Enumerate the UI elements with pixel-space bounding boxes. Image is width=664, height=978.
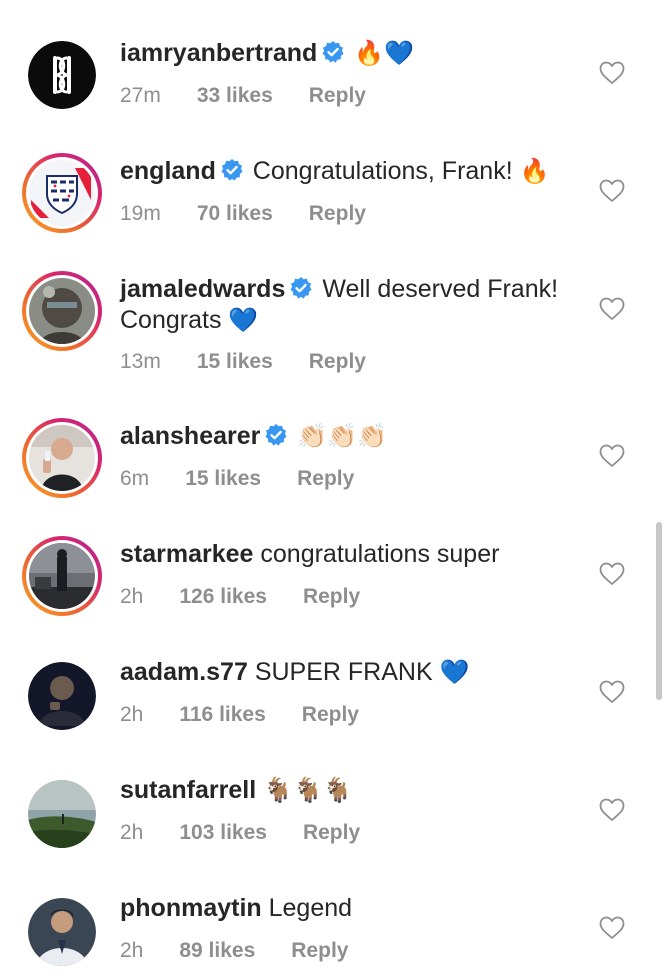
comment-body: alanshearer 👏🏻👏🏻👏🏻 [120,421,580,452]
comment-likes[interactable]: 70 likes [197,202,273,226]
heart-outline-icon[interactable] [599,680,625,704]
reply-button[interactable]: Reply [297,467,354,491]
comment-time: 2h [120,585,144,608]
comment-meta: 2h 116 likes Reply [120,703,359,727]
avatar[interactable] [22,418,102,498]
comment-emoji: 🐐🐐🐐 [263,776,353,804]
scrollbar[interactable] [656,522,662,700]
comment-body: iamryanbertrand 🔥💙 [120,38,580,69]
comment-body: england Congratulations, Frank! 🔥 [120,156,580,187]
comment-body: starmarkee congratulations super [120,539,580,570]
reply-button[interactable]: Reply [309,202,366,226]
profile-photo [28,780,96,848]
comment-username[interactable]: starmarkee [120,540,253,568]
avatar[interactable] [28,898,96,966]
comment-time: 27m [120,84,161,107]
comment-likes[interactable]: 116 likes [179,703,265,727]
profile-photo [29,425,95,491]
comment-meta: 2h 89 likes Reply [120,939,348,963]
profile-photo [29,278,95,344]
comment-text: Legend [268,894,353,922]
reply-button[interactable]: Reply [302,703,359,727]
comment-emoji: 💙 [228,306,259,334]
avatar[interactable] [28,780,96,848]
comment-meta: 13m 15 likes Reply [120,350,366,374]
comment-likes[interactable]: 15 likes [185,467,261,491]
reply-button[interactable]: Reply [309,84,366,108]
avatar[interactable] [22,271,102,351]
comment-likes[interactable]: 103 likes [179,821,267,845]
profile-photo [28,662,96,730]
comment-meta: 6m 15 likes Reply [120,467,354,491]
comment-meta: 19m 70 likes Reply [120,202,366,226]
avatar[interactable] [28,41,96,109]
comment-emoji: 💙 [439,658,470,686]
comment-body: aadam.s77 SUPER FRANK 💙 [120,657,580,688]
comment-text: SUPER FRANK [254,658,433,686]
avatar-monogram-icon [28,41,96,109]
profile-photo [28,898,96,966]
comment-body: sutanfarrell 🐐🐐🐐 [120,775,580,806]
comment-username[interactable]: jamaledwards [120,275,285,303]
comment-time: 2h [120,821,144,844]
comment-username[interactable]: sutanfarrell [120,776,256,804]
comment-username[interactable]: phonmaytin [120,894,262,922]
heart-outline-icon[interactable] [599,916,625,940]
reply-button[interactable]: Reply [291,939,348,963]
comment-username[interactable]: alanshearer [120,422,260,450]
reply-button[interactable]: Reply [303,585,360,609]
comment-body: jamaledwards Well deserved Frank! Congra… [120,274,580,336]
comment-meta: 2h 126 likes Reply [120,585,360,609]
reply-button[interactable]: Reply [303,821,360,845]
heart-outline-icon[interactable] [599,297,625,321]
comment-meta: 27m 33 likes Reply [120,84,366,108]
comment-likes[interactable]: 126 likes [179,585,267,609]
comment-body: phonmaytin Legend [120,893,580,924]
verified-badge-icon [322,41,344,63]
avatar[interactable] [22,153,102,233]
heart-outline-icon[interactable] [599,798,625,822]
heart-outline-icon[interactable] [599,179,625,203]
england-crest-icon [29,160,95,226]
comment-time: 6m [120,467,150,490]
comment-text: congratulations super [260,540,500,568]
comment-time: 2h [120,703,144,726]
comment-username[interactable]: england [120,157,216,185]
heart-outline-icon[interactable] [599,61,625,85]
comment-username[interactable]: iamryanbertrand [120,39,317,67]
comment-likes[interactable]: 33 likes [197,84,273,108]
comment-time: 19m [120,202,161,225]
comment-likes[interactable]: 15 likes [197,350,273,374]
profile-photo [29,543,95,609]
comment-time: 2h [120,939,144,962]
verified-badge-icon [221,159,243,181]
avatar[interactable] [22,536,102,616]
comment-emoji: 👏🏻👏🏻👏🏻 [297,422,387,450]
comment-username[interactable]: aadam.s77 [120,658,248,686]
verified-badge-icon [265,424,287,446]
comment-text: Congratulations, Frank! [252,157,513,185]
comment-emoji: 🔥 [519,157,550,185]
comment-time: 13m [120,350,161,373]
heart-outline-icon[interactable] [599,562,625,586]
heart-outline-icon[interactable] [599,444,625,468]
avatar[interactable] [28,662,96,730]
comment-emoji: 🔥💙 [354,39,415,67]
verified-badge-icon [290,277,312,299]
comment-likes[interactable]: 89 likes [179,939,255,963]
comment-meta: 2h 103 likes Reply [120,821,360,845]
reply-button[interactable]: Reply [309,350,366,374]
